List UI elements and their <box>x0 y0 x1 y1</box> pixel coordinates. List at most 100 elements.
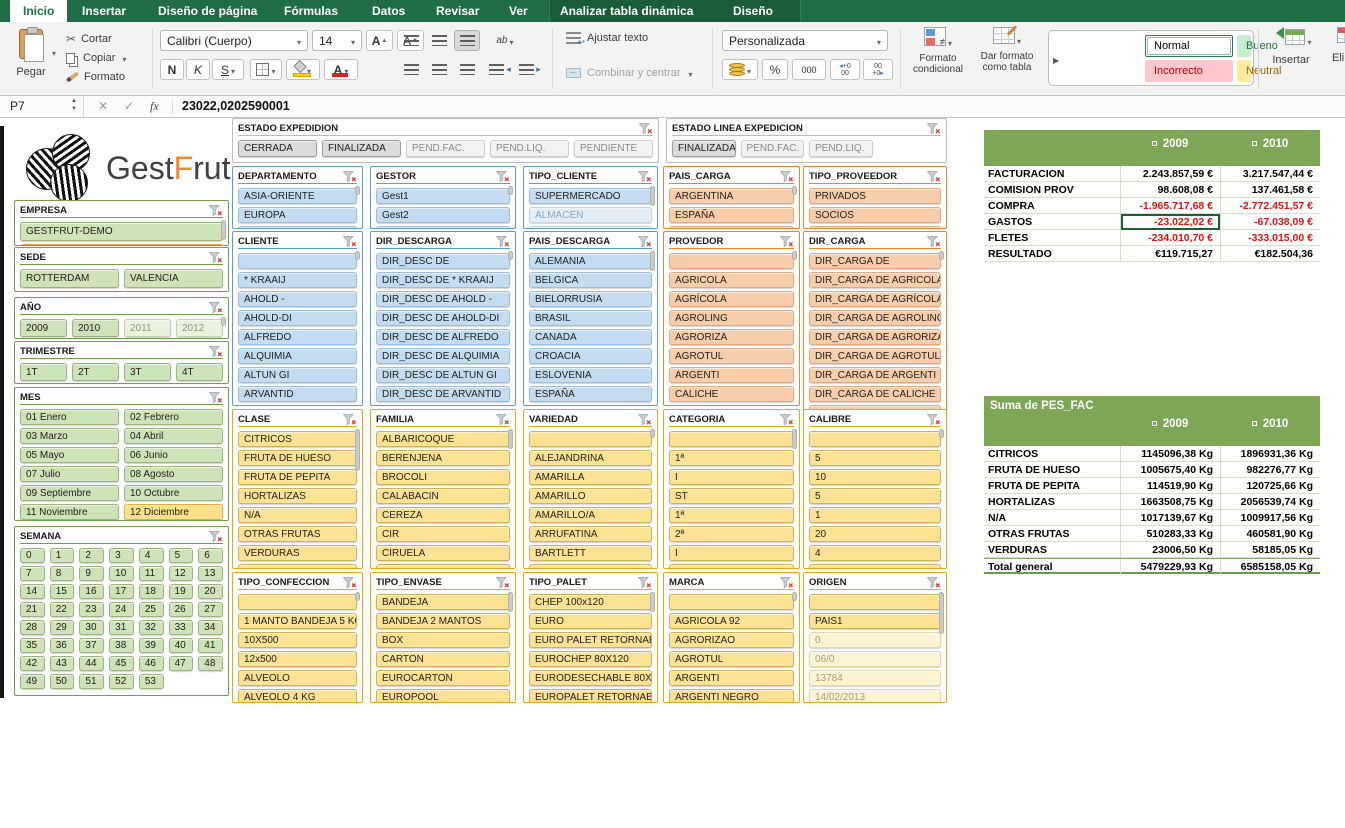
slicer-item[interactable]: DIR_DESC DE ALQUIMIA <box>376 348 510 364</box>
slicer-item[interactable]: CERRADA <box>238 140 317 157</box>
slicer-scrollbar[interactable] <box>221 317 226 326</box>
slicer-item[interactable]: ASIA-ORIENTE <box>238 188 357 204</box>
slicer-item[interactable]: PEND.FAC. <box>741 140 805 157</box>
slicer-item[interactable]: 11 <box>139 566 164 581</box>
tab-diseno[interactable]: Diseño <box>733 0 773 22</box>
clear-filter-icon[interactable] <box>780 235 794 247</box>
slicer-item[interactable]: 1ª <box>669 450 794 466</box>
slicer-item[interactable]: ARVANTID <box>238 386 357 402</box>
slicer-scrollbar[interactable] <box>650 429 655 438</box>
slicer-item[interactable]: FINALIZADA <box>322 140 401 157</box>
format-as-table-button[interactable]: Dar formato como tabla <box>972 27 1042 73</box>
align-left-button[interactable] <box>398 59 424 80</box>
increase-font-button[interactable]: A <box>366 30 393 51</box>
pivot-value-cell[interactable]: -23.022,02 € <box>1120 214 1220 230</box>
pivot-value-cell[interactable]: 137.461,58 € <box>1220 182 1320 198</box>
slicer-item[interactable]: 48 <box>198 656 223 671</box>
slicer-item[interactable]: 19 <box>169 584 194 599</box>
tab-revisar[interactable]: Revisar <box>436 0 479 22</box>
slicer-item[interactable]: 14 <box>20 584 45 599</box>
tab-insertar[interactable]: Insertar <box>82 0 126 22</box>
clear-filter-icon[interactable] <box>780 576 794 588</box>
slicer-item[interactable]: 4 <box>809 545 941 561</box>
slicer-item[interactable]: EUROPA <box>238 207 357 223</box>
increase-decimal-button[interactable]: +000 <box>830 59 860 80</box>
slicer-item[interactable]: ROTTERDAM <box>20 269 119 288</box>
formula-input[interactable]: 23022,0202590001 <box>182 99 290 113</box>
slicer-item[interactable]: 04 Abril <box>124 428 223 444</box>
slicer-item[interactable]: PEND.LIQ. <box>809 140 873 157</box>
slicer-item[interactable]: 5 <box>809 450 941 466</box>
slicer-item[interactable]: DIR_CARGA DE AGRICOLA <box>809 272 941 288</box>
slicer-item[interactable]: AMARILLA <box>529 469 652 485</box>
slicer-item[interactable]: 12x500 <box>238 651 357 667</box>
name-box[interactable]: P7 <box>0 96 84 117</box>
styles-more-button[interactable] <box>1053 50 1141 68</box>
slicer-item[interactable]: FRUTA DE HUESO <box>238 450 357 466</box>
tab-formulas[interactable]: Fórmulas <box>284 0 338 22</box>
slicer-item[interactable]: 03 Marzo <box>20 428 119 444</box>
pivot-value-cell[interactable]: 1896931,36 Kg <box>1220 446 1320 462</box>
clear-filter-icon[interactable] <box>209 345 223 357</box>
slicer-item[interactable] <box>669 431 794 447</box>
slicer-scrollbar[interactable] <box>792 251 797 260</box>
slicer-item[interactable]: 08 Agosto <box>124 466 223 482</box>
pivot-value-cell[interactable]: -2.772.451,57 € <box>1220 198 1320 214</box>
clear-filter-icon[interactable] <box>927 170 941 182</box>
slicer-item[interactable]: 2T <box>72 363 119 381</box>
slicer-item[interactable]: DIR_DESC DE <box>376 253 510 269</box>
slicer-item[interactable]: ALQUIMIA <box>238 348 357 364</box>
clear-filter-icon[interactable] <box>343 576 357 588</box>
slicer-item[interactable]: DIR_CARGA DE AGRÍCOLA <box>809 291 941 307</box>
slicer-item[interactable]: 07 Julio <box>20 466 119 482</box>
pivot-column-header[interactable]: 2010 <box>1220 418 1320 430</box>
slicer-item[interactable] <box>376 405 510 406</box>
slicer-item[interactable]: 2 <box>79 548 104 563</box>
slicer-item[interactable]: FRANCE <box>669 226 794 229</box>
slicer-item[interactable] <box>529 564 652 569</box>
slicer-item[interactable]: 53 <box>139 674 164 689</box>
font-size-select[interactable]: 14 <box>312 30 362 51</box>
slicer-item[interactable]: BERENJENA <box>376 450 510 466</box>
clear-filter-icon[interactable] <box>638 413 652 425</box>
slicer-item[interactable]: CALICHE <box>669 386 794 402</box>
clear-filter-icon[interactable] <box>343 170 357 182</box>
bold-button[interactable]: N <box>160 59 184 80</box>
slicer-item[interactable]: 13784 <box>809 670 941 686</box>
delete-cells-button[interactable]: Elimin <box>1322 27 1345 64</box>
clear-filter-icon[interactable] <box>209 530 223 542</box>
decrease-indent-button[interactable] <box>486 59 514 80</box>
slicer-item[interactable]: AGRICOLA <box>669 272 794 288</box>
slicer-item[interactable] <box>669 405 794 406</box>
slicer-item[interactable] <box>809 431 941 447</box>
slicer-item[interactable]: CEREZA <box>376 507 510 523</box>
slicer-item[interactable]: ST <box>669 488 794 504</box>
slicer-item[interactable] <box>669 253 794 269</box>
slicer-item[interactable]: DIR_DESC DE AHOLD-DI <box>376 310 510 326</box>
slicer-item[interactable]: DIR_DESC DE ARVANTID <box>376 386 510 402</box>
slicer-item[interactable]: 16 <box>79 584 104 599</box>
slicer-item[interactable]: 40 <box>169 638 194 653</box>
slicer-item[interactable]: 10X500 <box>238 632 357 648</box>
clear-filter-icon[interactable] <box>927 413 941 425</box>
clear-filter-icon[interactable] <box>496 576 510 588</box>
slicer-item[interactable]: 25 <box>139 602 164 617</box>
slicer-scrollbar[interactable] <box>508 251 513 260</box>
slicer-item[interactable] <box>238 253 357 269</box>
decrease-decimal-button[interactable]: 00+0 <box>863 59 893 80</box>
slicer-item[interactable]: 7 <box>20 566 45 581</box>
expand-box-icon[interactable] <box>1252 141 1257 146</box>
slicer-item[interactable]: 26 <box>169 602 194 617</box>
pivot-row-label[interactable]: FLETES <box>984 230 1120 246</box>
paste-button[interactable]: Pegar <box>8 27 54 89</box>
slicer-item[interactable]: 1 <box>50 548 75 563</box>
clear-filter-icon[interactable] <box>638 235 652 247</box>
pivot-column-header[interactable]: 2009 <box>1120 418 1220 430</box>
slicer-item[interactable]: EUROCHEP 80X120 <box>529 651 652 667</box>
slicer-item[interactable]: AGRORIZA <box>669 329 794 345</box>
slicer-item[interactable]: N/A <box>238 507 357 523</box>
slicer-item[interactable]: AMARILLO/A <box>529 507 652 523</box>
slicer-scrollbar[interactable] <box>939 251 944 260</box>
slicer-item[interactable]: 3T <box>124 363 171 381</box>
slicer-item[interactable]: 18 <box>139 584 164 599</box>
